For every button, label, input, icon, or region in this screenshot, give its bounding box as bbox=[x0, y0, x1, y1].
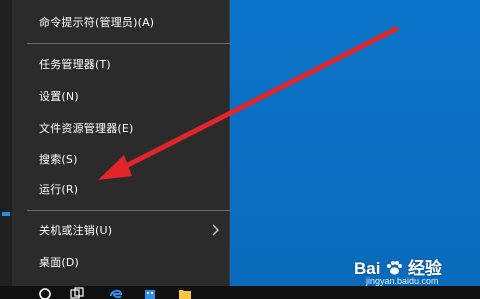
chevron-right-icon bbox=[212, 224, 219, 236]
menu-item-desktop[interactable]: 桌面(D) bbox=[12, 248, 230, 276]
menu-item-search[interactable]: 搜索(S) bbox=[12, 145, 230, 173]
menu-divider bbox=[27, 210, 230, 211]
paw-print-icon bbox=[385, 260, 403, 276]
start-accent-marker bbox=[2, 212, 10, 216]
task-view-icon[interactable] bbox=[70, 287, 84, 299]
menu-item-shutdown-label: 关机或注销(U) bbox=[39, 224, 113, 237]
menu-item-command-prompt-admin[interactable]: 命令提示符(管理员)(A) bbox=[12, 8, 230, 36]
menu-divider bbox=[27, 43, 230, 44]
watermark-url: jingyan.baidu.com bbox=[366, 276, 439, 286]
cortana-search-icon[interactable] bbox=[38, 287, 52, 299]
menu-item-task-manager[interactable]: 任务管理器(T) bbox=[12, 50, 230, 78]
store-icon[interactable] bbox=[144, 287, 156, 299]
file-explorer-icon[interactable] bbox=[178, 287, 192, 299]
left-edge-strip bbox=[0, 0, 12, 299]
menu-item-shutdown-signout[interactable]: 关机或注销(U) bbox=[12, 216, 230, 244]
edge-browser-icon[interactable] bbox=[109, 287, 123, 299]
menu-item-settings[interactable]: 设置(N) bbox=[12, 82, 230, 110]
winx-context-menu: 命令提示符(管理员)(A) 任务管理器(T) 设置(N) 文件资源管理器(E) … bbox=[12, 0, 230, 286]
menu-item-run[interactable]: 运行(R) bbox=[12, 175, 230, 203]
menu-item-file-explorer[interactable]: 文件资源管理器(E) bbox=[12, 114, 230, 142]
baidu-jingyan-watermark: Bai 经验 jingyan.baidu.com bbox=[350, 254, 470, 294]
